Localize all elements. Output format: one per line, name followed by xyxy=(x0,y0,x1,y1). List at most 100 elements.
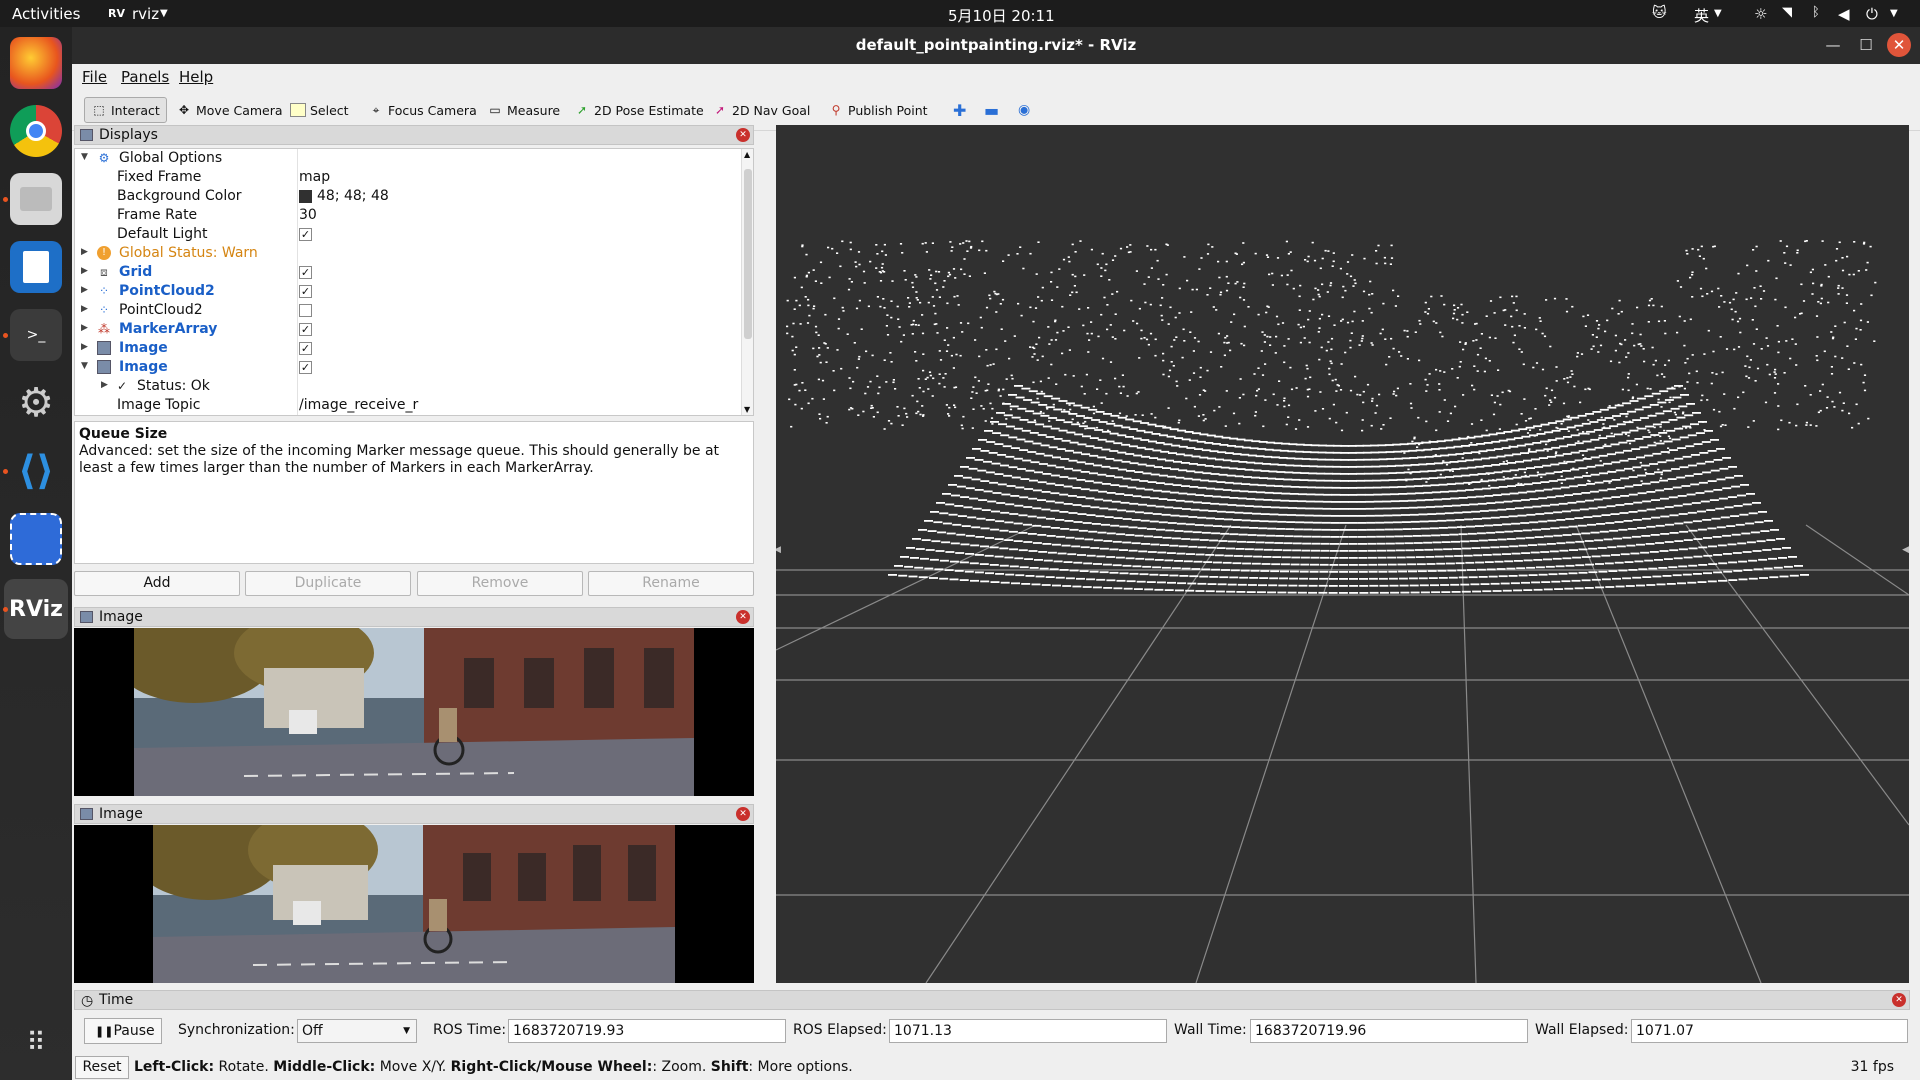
tree-row-fixed-frame[interactable]: Fixed Frame map xyxy=(75,168,737,187)
measure-tool[interactable]: ▭ Measure xyxy=(481,97,566,123)
menu-file[interactable]: File xyxy=(82,68,107,86)
scroll-down-icon[interactable]: ▼ xyxy=(744,405,750,414)
tree-row-pointcloud2-disabled[interactable]: ▶ ⁘ PointCloud2 xyxy=(75,301,737,320)
close-icon[interactable]: ✕ xyxy=(736,128,750,142)
bluetooth-icon[interactable]: ᛒ xyxy=(1812,5,1820,20)
screenshot-icon[interactable] xyxy=(10,513,62,565)
tree-row-status-ok[interactable]: ▶ ✓ Status: Ok xyxy=(75,377,737,396)
wifi-icon[interactable]: ◥ xyxy=(1782,5,1792,20)
checkbox[interactable]: ✓ xyxy=(299,228,312,241)
tree-row-image-1[interactable]: ▶ Image ✓ xyxy=(75,339,737,358)
checkbox[interactable] xyxy=(299,304,312,317)
activities-button[interactable]: Activities xyxy=(12,5,80,23)
tree-row-frame-rate[interactable]: Frame Rate 30 xyxy=(75,206,737,225)
settings-icon[interactable]: ⚙ xyxy=(10,377,62,429)
select-tool[interactable]: Select xyxy=(284,97,355,123)
wall-elapsed-field[interactable]: 1071.07 xyxy=(1631,1019,1908,1043)
chevron-down-icon[interactable]: ▼ xyxy=(81,152,91,162)
input-method[interactable]: 英 xyxy=(1694,5,1709,26)
sync-dropdown[interactable]: Off ▼ xyxy=(297,1019,417,1043)
clock[interactable]: 5月10日 20:11 xyxy=(948,5,1055,26)
chevron-right-icon[interactable]: ▶ xyxy=(101,380,111,390)
publish-point-tool[interactable]: ⚲ Publish Point xyxy=(822,97,934,123)
chevron-right-icon[interactable]: ▶ xyxy=(81,285,91,295)
app-menu[interactable]: rviz xyxy=(132,5,159,23)
row-value[interactable]: /image_receive_r xyxy=(299,397,418,413)
pose-estimate-tool[interactable]: ➚ 2D Pose Estimate xyxy=(568,97,710,123)
tree-row-default-light[interactable]: Default Light ✓ xyxy=(75,225,737,244)
show-apps-icon[interactable]: ⠿ xyxy=(10,1017,62,1069)
collapse-left-icon[interactable]: ◀ xyxy=(776,545,781,555)
row-value[interactable]: 48; 48; 48 xyxy=(317,188,389,204)
scrollbar-thumb[interactable] xyxy=(744,169,752,339)
tool-properties-icon[interactable]: ◉ xyxy=(1012,97,1036,123)
collapse-right-icon[interactable]: ◀ xyxy=(1902,545,1909,555)
remove-button[interactable]: Remove xyxy=(417,571,583,596)
rename-button[interactable]: Rename xyxy=(588,571,754,596)
remove-tool-icon[interactable]: ▬ xyxy=(978,97,1005,123)
close-icon[interactable]: ✕ xyxy=(736,807,750,821)
row-value[interactable]: map xyxy=(299,169,330,185)
close-icon[interactable]: ✕ xyxy=(1892,993,1906,1007)
nav-goal-tool[interactable]: ➚ 2D Nav Goal xyxy=(706,97,816,123)
tree-row-markerarray[interactable]: ▶ ⁂ MarkerArray ✓ xyxy=(75,320,737,339)
maximize-icon[interactable]: ☐ xyxy=(1854,33,1878,57)
tree-row-image-topic[interactable]: Image Topic /image_receive_r xyxy=(75,396,737,415)
chevron-right-icon[interactable]: ▶ xyxy=(81,304,91,314)
add-tool-icon[interactable]: ✚ xyxy=(947,97,972,123)
tree-row-background-color[interactable]: Background Color 48; 48; 48 xyxy=(75,187,737,206)
checkbox[interactable]: ✓ xyxy=(299,342,312,355)
menu-help[interactable]: Help xyxy=(179,68,213,86)
monitor-icon xyxy=(80,129,93,141)
camera-image xyxy=(153,825,675,983)
writer-icon[interactable] xyxy=(10,241,62,293)
tree-row-image-2[interactable]: ▼ Image ✓ xyxy=(75,358,737,377)
pause-button[interactable]: ❚❚Pause xyxy=(84,1018,162,1044)
chevron-right-icon[interactable]: ▶ xyxy=(81,323,91,333)
focus-camera-tool[interactable]: ⌖ Focus Camera xyxy=(362,97,483,123)
chevron-right-icon[interactable]: ▶ xyxy=(81,342,91,352)
vscode-icon[interactable]: ⟨⟩ xyxy=(10,445,62,497)
chevron-right-icon[interactable]: ▶ xyxy=(81,266,91,276)
close-icon[interactable]: ✕ xyxy=(1887,33,1911,57)
reset-button[interactable]: Reset xyxy=(75,1056,129,1079)
duplicate-button[interactable]: Duplicate xyxy=(245,571,411,596)
cat-icon[interactable]: 🐱 xyxy=(1652,5,1667,21)
tree-row-pointcloud2[interactable]: ▶ ⁘ PointCloud2 ✓ xyxy=(75,282,737,301)
3d-render-view[interactable]: ◀ ◀ xyxy=(776,125,1909,983)
menu-panels[interactable]: Panels xyxy=(121,68,169,86)
chevron-right-icon[interactable]: ▶ xyxy=(81,247,91,257)
power-icon[interactable]: ⏻ xyxy=(1866,5,1878,23)
tree-row-global-options[interactable]: ▼ ⚙ Global Options xyxy=(75,149,737,168)
measure-label: Measure xyxy=(507,102,561,118)
checkbox[interactable]: ✓ xyxy=(299,266,312,279)
checkbox[interactable]: ✓ xyxy=(299,323,312,336)
color-swatch[interactable] xyxy=(299,190,312,203)
rviz-app-icon[interactable]: RViz xyxy=(4,579,68,639)
chevron-down-icon[interactable]: ▼ xyxy=(81,361,91,371)
ros-time-field[interactable]: 1683720719.93 xyxy=(508,1019,786,1043)
tree-row-grid[interactable]: ▶ ⧈ Grid ✓ xyxy=(75,263,737,282)
chrome-icon[interactable] xyxy=(10,105,62,157)
interact-tool[interactable]: ⬚ Interact xyxy=(84,97,167,123)
tree-scrollbar[interactable]: ▲ ▼ xyxy=(741,149,753,415)
close-icon[interactable]: ✕ xyxy=(736,610,750,624)
volume-icon[interactable]: ◀ xyxy=(1838,5,1850,23)
select-label: Select xyxy=(310,102,349,118)
minimize-icon[interactable]: — xyxy=(1821,33,1845,57)
add-button[interactable]: Add xyxy=(74,571,240,596)
firefox-icon[interactable] xyxy=(10,37,62,89)
tree-row-global-status[interactable]: ▶ ! Global Status: Warn xyxy=(75,244,737,263)
files-icon[interactable] xyxy=(10,173,62,225)
row-name: Global Status: Warn xyxy=(119,245,258,261)
scroll-up-icon[interactable]: ▲ xyxy=(744,150,750,159)
checkbox[interactable]: ✓ xyxy=(299,361,312,374)
ros-elapsed-field[interactable]: 1071.13 xyxy=(889,1019,1167,1043)
checkbox[interactable]: ✓ xyxy=(299,285,312,298)
move-camera-tool[interactable]: ✥ Move Camera xyxy=(170,97,289,123)
brightness-icon[interactable]: ☼ xyxy=(1754,5,1767,23)
row-value[interactable]: 30 xyxy=(299,207,317,223)
image-icon xyxy=(80,808,93,820)
wall-time-field[interactable]: 1683720719.96 xyxy=(1250,1019,1528,1043)
terminal-icon[interactable]: >_ xyxy=(10,309,62,361)
